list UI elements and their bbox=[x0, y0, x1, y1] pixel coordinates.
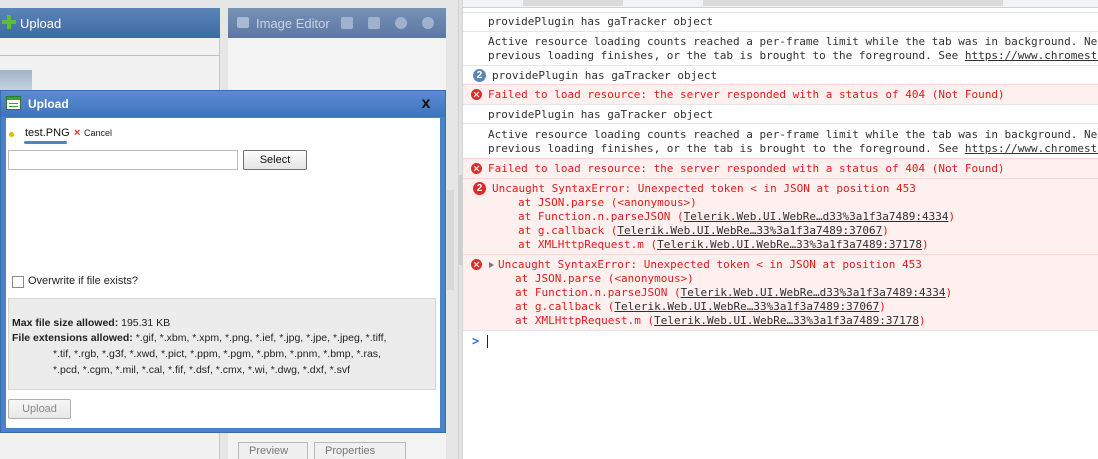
devtools-console: providePlugin has gaTracker object Activ… bbox=[463, 0, 1098, 459]
console-prompt[interactable]: > bbox=[463, 330, 1098, 350]
max-size-line: Max file size allowed: 195.31 KB bbox=[12, 317, 170, 329]
max-size-value: 195.31 KB bbox=[121, 317, 171, 329]
repeat-count-badge: 2 bbox=[473, 182, 486, 195]
plus-icon bbox=[2, 15, 16, 29]
upload-button[interactable]: Upload bbox=[8, 399, 71, 419]
cancel-icon[interactable]: × bbox=[74, 127, 80, 139]
console-message: Active resource loading counts reached a… bbox=[463, 123, 1098, 158]
upload-restrictions: Max file size allowed: 195.31 KB File ex… bbox=[8, 298, 436, 390]
source-link[interactable]: Telerik.Web.UI.WebRe…d33%3a1f3a7489:4334 bbox=[681, 286, 946, 299]
dialog-title: Upload bbox=[28, 97, 69, 111]
prompt-chevron-icon: > bbox=[472, 334, 480, 348]
tab-properties[interactable]: Properties bbox=[314, 442, 406, 459]
stack-frame: at Function.n.parseJSON (Telerik.Web.UI.… bbox=[518, 210, 956, 223]
source-link[interactable]: Telerik.Web.UI.WebRe…33%3a1f3a7489:37178 bbox=[654, 314, 919, 327]
extensions-list-3: *.pcd, *.cgm, *.mil, *.cal, *.fif, *.dsf… bbox=[53, 364, 351, 376]
console-message: Active resource loading counts reached a… bbox=[463, 31, 1098, 65]
console-link[interactable]: https://www.chromesta bbox=[965, 49, 1098, 62]
stack-frame: at g.callback (Telerik.Web.UI.WebRe…33%3… bbox=[515, 300, 886, 313]
extensions-label: File extensions allowed: bbox=[12, 332, 133, 344]
text-cursor bbox=[487, 335, 488, 348]
extensions-list-1: *.gif, *.xbm, *.xpm, *.png, *.ief, *.jpg… bbox=[135, 332, 387, 344]
image-thumbnail[interactable] bbox=[0, 70, 32, 92]
stack-frame: at Function.n.parseJSON (Telerik.Web.UI.… bbox=[515, 286, 953, 299]
console-error: Failed to load resource: the server resp… bbox=[463, 84, 1098, 104]
console-toolbar bbox=[463, 0, 1098, 8]
resize-icon[interactable] bbox=[368, 17, 380, 29]
console-error: Failed to load resource: the server resp… bbox=[463, 158, 1098, 178]
expand-caret-icon[interactable] bbox=[489, 262, 494, 268]
dialog-titlebar[interactable]: Upload x bbox=[1, 91, 445, 117]
source-link[interactable]: Telerik.Web.UI.WebRe…d33%3a1f3a7489:4334 bbox=[684, 210, 949, 223]
console-filter-input[interactable] bbox=[703, 0, 1003, 6]
crop-icon[interactable] bbox=[341, 17, 353, 29]
scrollbar[interactable] bbox=[447, 190, 454, 290]
console-error: 2 Uncaught SyntaxError: Unexpected token… bbox=[463, 178, 1098, 254]
console-message: providePlugin has gaTracker object bbox=[463, 104, 1098, 123]
close-icon[interactable]: x bbox=[417, 95, 435, 113]
max-size-label: Max file size allowed: bbox=[12, 317, 119, 329]
tab-preview[interactable]: Preview bbox=[238, 442, 308, 459]
stack-frame: at XMLHttpRequest.m (Telerik.Web.UI.WebR… bbox=[518, 238, 929, 251]
source-link[interactable]: Telerik.Web.UI.WebRe…33%3a1f3a7489:37178 bbox=[657, 238, 922, 251]
file-name: test.PNG bbox=[25, 127, 70, 139]
error-icon bbox=[471, 163, 482, 174]
source-link[interactable]: Telerik.Web.UI.WebRe…33%3a1f3a7489:37067 bbox=[614, 300, 879, 313]
file-manager-app: Upload Image Editor Preview Properties U… bbox=[0, 0, 458, 459]
console-message: 2 providePlugin has gaTracker object bbox=[463, 65, 1098, 84]
image-editor-toolbar: Image Editor bbox=[228, 8, 446, 38]
upload-dialog-icon bbox=[6, 96, 21, 110]
file-progress-bar bbox=[24, 141, 67, 144]
image-editor-icon bbox=[237, 17, 249, 28]
select-button[interactable]: Select bbox=[243, 150, 307, 170]
stack-frame: at XMLHttpRequest.m (Telerik.Web.UI.WebR… bbox=[515, 314, 926, 327]
cancel-link[interactable]: Cancel bbox=[84, 128, 112, 138]
console-message: providePlugin has gaTracker object bbox=[463, 12, 1098, 31]
zoom-in-icon[interactable] bbox=[395, 17, 407, 29]
console-link[interactable]: https://www.chromesta bbox=[965, 142, 1098, 155]
console-context-selector[interactable] bbox=[523, 0, 623, 6]
stack-frame: at JSON.parse (<anonymous>) bbox=[515, 272, 694, 285]
error-icon bbox=[471, 89, 482, 100]
dialog-body: test.PNG × Cancel Select Overwrite if fi… bbox=[6, 118, 440, 428]
extensions-list-2: *.tif, *.rgb, *.g3f, *.xwd, *.pict, *.pp… bbox=[53, 348, 381, 360]
image-editor-label[interactable]: Image Editor bbox=[256, 16, 330, 31]
overwrite-label[interactable]: Overwrite if file exists? bbox=[28, 275, 138, 287]
file-path-input[interactable] bbox=[8, 150, 238, 170]
console-error: Uncaught SyntaxError: Unexpected token <… bbox=[463, 254, 1098, 330]
repeat-count-badge: 2 bbox=[473, 69, 486, 82]
pending-status-icon bbox=[9, 132, 14, 137]
error-icon bbox=[471, 259, 482, 270]
overwrite-checkbox[interactable] bbox=[12, 276, 24, 288]
zoom-out-icon[interactable] bbox=[422, 17, 434, 29]
upload-dialog: Upload x test.PNG × Cancel Select Overwr… bbox=[0, 90, 446, 433]
stack-frame: at g.callback (Telerik.Web.UI.WebRe…33%3… bbox=[518, 224, 889, 237]
source-link[interactable]: Telerik.Web.UI.WebRe…33%3a1f3a7489:37067 bbox=[617, 224, 882, 237]
upload-toolbar-label: Upload bbox=[20, 16, 62, 31]
stack-frame: at JSON.parse (<anonymous>) bbox=[518, 196, 697, 209]
upload-toolbar[interactable]: Upload bbox=[0, 8, 220, 38]
extensions-line: File extensions allowed: *.gif, *.xbm, *… bbox=[12, 332, 386, 344]
